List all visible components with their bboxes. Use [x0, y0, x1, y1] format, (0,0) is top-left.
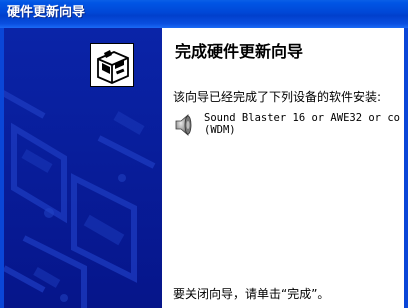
wizard-intro-text: 该向导已经完成了下列设备的软件安装:	[173, 90, 382, 104]
title-bar[interactable]: 硬件更新向导	[0, 0, 408, 28]
hardware-box-icon	[90, 43, 134, 87]
device-name: Sound Blaster 16 or AWE32 or co (WDM)	[204, 112, 400, 136]
wizard-content-area: 完成硬件更新向导 该向导已经完成了下列设备的软件安装: Sound Blaste…	[162, 28, 404, 308]
wizard-heading: 完成硬件更新向导	[175, 42, 304, 61]
wizard-watermark-art	[4, 28, 162, 308]
wizard-footer-text: 要关闭向导，请单击“完成”。	[173, 287, 330, 301]
window-title: 硬件更新向导	[7, 5, 86, 20]
wizard-side-panel	[4, 28, 162, 308]
window-frame-right	[404, 28, 408, 308]
device-name-line1: Sound Blaster 16 or AWE32 or co	[204, 112, 400, 124]
device-name-line2: (WDM)	[204, 124, 236, 136]
hardware-update-wizard-window: 硬件更新向导 完成硬件更新向导 该向导已经完成了下列设备的软件安装: Sound…	[0, 0, 408, 308]
speaker-icon	[174, 112, 196, 138]
